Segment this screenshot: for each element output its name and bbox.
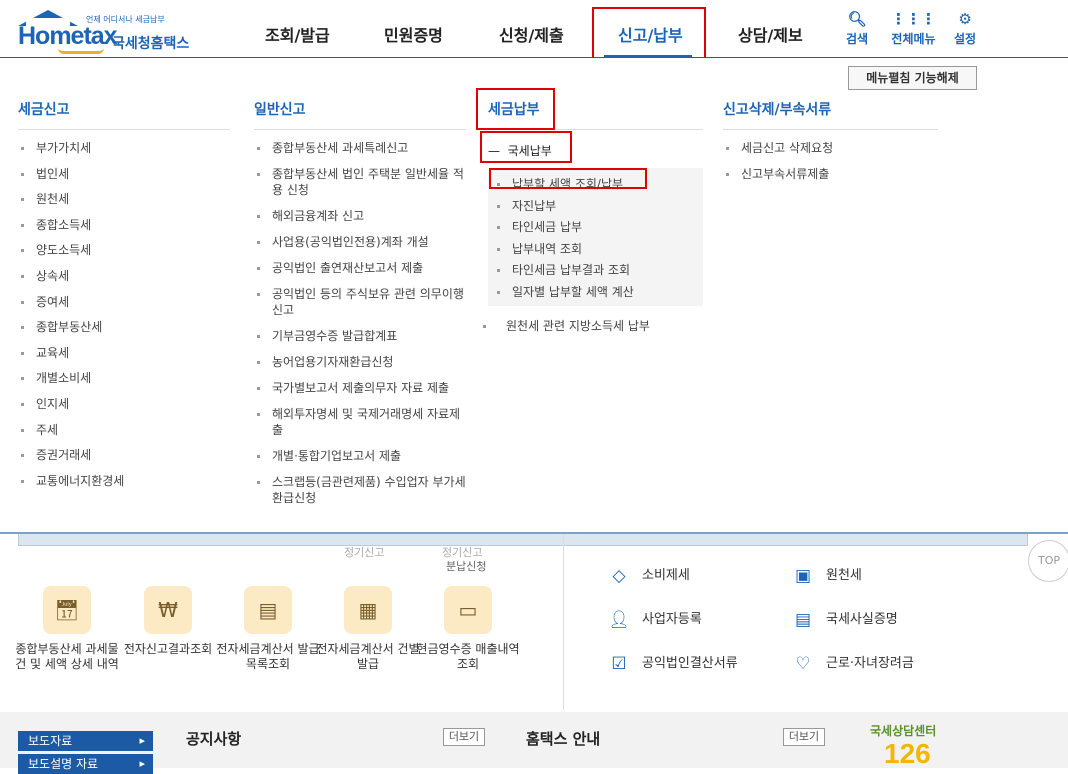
nav-application[interactable]: 신청/제출: [499, 22, 564, 46]
gear-icon: ⚙: [958, 10, 972, 28]
menu-item[interactable]: 증권거래세: [18, 447, 230, 463]
receipt-search-icon: ▭: [444, 586, 492, 634]
heart-plant-icon: ♡: [795, 653, 811, 674]
menu-column-general-report: 일반신고 종합부동산세 과세특례신고 종합부동산세 법인 주택분 일반세율 적용…: [254, 98, 466, 516]
menu-item[interactable]: 신고부속서류제출: [723, 166, 938, 182]
press-explain-button[interactable]: 보도설명 자료: [18, 754, 153, 774]
scroll-top-button[interactable]: TOP: [1028, 540, 1068, 582]
menu-item[interactable]: 주세: [18, 422, 230, 438]
menu-item[interactable]: 양도소득세: [18, 242, 230, 258]
menu-item[interactable]: 종합부동산세 과세특례신고: [254, 140, 466, 156]
call-center-banner[interactable]: 국세상담센터 126: [870, 722, 980, 769]
quick-tile[interactable]: ▦ 전자세금계산서 건별발급: [313, 586, 423, 672]
menu-item[interactable]: 법인세: [18, 166, 230, 182]
highlight-nav-box: [592, 7, 706, 62]
search-icon: 🔍︎: [847, 10, 867, 28]
clipboard-check-icon: ☑: [611, 653, 627, 674]
nav-inquiry[interactable]: 조회/발급: [265, 22, 330, 46]
highlight-national-tax-group: [480, 131, 572, 163]
menu-item[interactable]: 교통에너지환경세: [18, 473, 230, 489]
service-link[interactable]: ☑ 공익법인결산서류: [608, 652, 737, 675]
settings-button[interactable]: ⚙ 설정: [954, 10, 976, 47]
menu-item[interactable]: 사업용(공익법인전용)계좌 개설: [254, 234, 466, 250]
sub-menu-item[interactable]: 일자별 납부할 세액 계산: [488, 284, 703, 300]
quick-tile[interactable]: ₩ 전자신고결과조회: [113, 586, 223, 657]
sub-menu-list: 납부할 세액 조회/납부 자진납부 타인세금 납부 납부내역 조회 타인세금 납…: [488, 176, 703, 300]
menu-item[interactable]: 종합소득세: [18, 217, 230, 233]
menu-item[interactable]: 공익법인 출연재산보고서 제출: [254, 260, 466, 276]
menu-item[interactable]: 국가별보고서 제출의무자 자료 제출: [254, 380, 466, 396]
menu-item[interactable]: 해외금융계좌 신고: [254, 208, 466, 224]
service-link[interactable]: ◇ 소비제세: [608, 564, 689, 587]
menu-item[interactable]: 기부금영수증 발급합계표: [254, 328, 466, 344]
service-link[interactable]: ▤ 국세사실증명: [792, 608, 898, 631]
menu-item[interactable]: 개별·통합기업보고서 제출: [254, 448, 466, 464]
guide-title: 홈택스 안내: [526, 730, 601, 748]
press-release-button[interactable]: 보도자료: [18, 731, 153, 751]
search-button[interactable]: 🔍︎ 검색: [846, 10, 868, 47]
menu-item[interactable]: 개별소비세: [18, 370, 230, 386]
page-content: 정기신고 정기신고 분납신청 TOP 📅︎ 종합부동산세 과세물건 및 세액 상…: [0, 534, 1068, 774]
nav-consult[interactable]: 상담/제보: [738, 22, 803, 46]
menu-item[interactable]: 인지세: [18, 396, 230, 412]
menu-item[interactable]: 상속세: [18, 268, 230, 284]
mega-menu: 메뉴펼침 기능해제 세금신고 부가가치세 법인세 원천세 종합소득세 양도소득세…: [0, 58, 1068, 534]
sub-menu-item[interactable]: 타인세금 납부: [488, 219, 703, 235]
menu-item[interactable]: 세금신고 삭제요청: [723, 140, 938, 156]
diamond-icon: ◇: [612, 565, 626, 586]
logo-wordmark: Hometax: [18, 22, 118, 50]
menu-list: 세금신고 삭제요청 신고부속서류제출: [723, 140, 938, 182]
column-title: 세금신고: [18, 98, 230, 130]
sub-menu-item[interactable]: 납부내역 조회: [488, 241, 703, 257]
grid-icon: ⋮⋮⋮: [891, 10, 936, 28]
menu-item[interactable]: 부가가치세: [18, 140, 230, 156]
notice-more-button[interactable]: 더보기: [443, 728, 485, 746]
menu-panel-edge: [18, 534, 1028, 546]
notice-title: 공지사항: [186, 730, 242, 748]
quick-tile[interactable]: ▤ 전자세금계산서 발급목록조회: [213, 586, 323, 672]
menu-expand-toggle-button[interactable]: 메뉴펼침 기능해제: [848, 66, 977, 90]
logo-name: 국세청홈택스: [112, 36, 190, 52]
menu-item[interactable]: 종합부동산세: [18, 319, 230, 335]
sub-menu-item[interactable]: 자진납부: [488, 198, 703, 214]
quick-tile[interactable]: 📅︎ 종합부동산세 과세물건 및 세액 상세 내역: [12, 586, 122, 672]
header: 언제 어디서나 세금납부 Hometax 국세청홈택스 조회/발급 민원증명 신…: [0, 0, 1068, 62]
document-icon: ▤: [794, 609, 812, 630]
menu-item[interactable]: 농어업용기자재환급신청: [254, 354, 466, 370]
invoice-search-icon: ▤: [244, 586, 292, 634]
menu-item[interactable]: 증여세: [18, 294, 230, 310]
menu-list: 원천세 관련 지방소득세 납부: [480, 318, 703, 334]
menu-item[interactable]: 종합부동산세 법인 주택분 일반세율 적용 신청: [254, 166, 466, 198]
person-icon: 👤︎: [608, 609, 630, 630]
menu-item[interactable]: 교육세: [18, 345, 230, 361]
all-menu-button[interactable]: ⋮⋮⋮ 전체메뉴: [891, 10, 936, 47]
menu-list: 부가가치세 법인세 원천세 종합소득세 양도소득세 상속세 증여세 종합부동산세…: [18, 140, 230, 489]
menu-column-tax-report: 세금신고 부가가치세 법인세 원천세 종합소득세 양도소득세 상속세 증여세 종…: [18, 98, 230, 498]
invoice-issue-icon: ▦: [344, 586, 392, 634]
won-search-icon: ₩: [144, 586, 192, 634]
column-title: 신고삭제/부속서류: [723, 98, 938, 130]
quick-tile[interactable]: ▭ 현금영수증 매출내역 조회: [413, 586, 523, 672]
calendar-check-icon: 📅︎: [43, 586, 91, 634]
menu-item[interactable]: 스크랩등(금관련제품) 수입업자 부가세 환급신청: [254, 474, 466, 506]
menu-item[interactable]: 원천세 관련 지방소득세 납부: [480, 318, 703, 334]
service-link[interactable]: 👤︎ 사업자등록: [608, 608, 702, 631]
menu-item[interactable]: 원천세: [18, 191, 230, 207]
menu-item[interactable]: 해외투자명세 및 국제거래명세 자료제출: [254, 406, 466, 438]
sub-menu-item[interactable]: 타인세금 납부결과 조회: [488, 262, 703, 278]
service-link[interactable]: ▣ 원천세: [792, 564, 862, 587]
service-link[interactable]: ♡ 근로·자녀장려금: [792, 652, 913, 675]
highlight-payable-tax-item: [489, 168, 647, 189]
withholding-icon: ▣: [794, 565, 812, 586]
menu-column-delete-docs: 신고삭제/부속서류 세금신고 삭제요청 신고부속서류제출: [723, 98, 938, 182]
highlight-tax-payment-title: [476, 88, 555, 130]
nav-certificate[interactable]: 민원증명: [384, 22, 443, 46]
menu-item[interactable]: 공익법인 등의 주식보유 관련 의무이행 신고: [254, 286, 466, 318]
hometax-logo[interactable]: 언제 어디서나 세금납부 Hometax 국세청홈택스: [18, 8, 208, 54]
menu-list: 종합부동산세 과세특례신고 종합부동산세 법인 주택분 일반세율 적용 신청 해…: [254, 140, 466, 506]
guide-more-button[interactable]: 더보기: [783, 728, 825, 746]
column-title: 일반신고: [254, 98, 466, 130]
